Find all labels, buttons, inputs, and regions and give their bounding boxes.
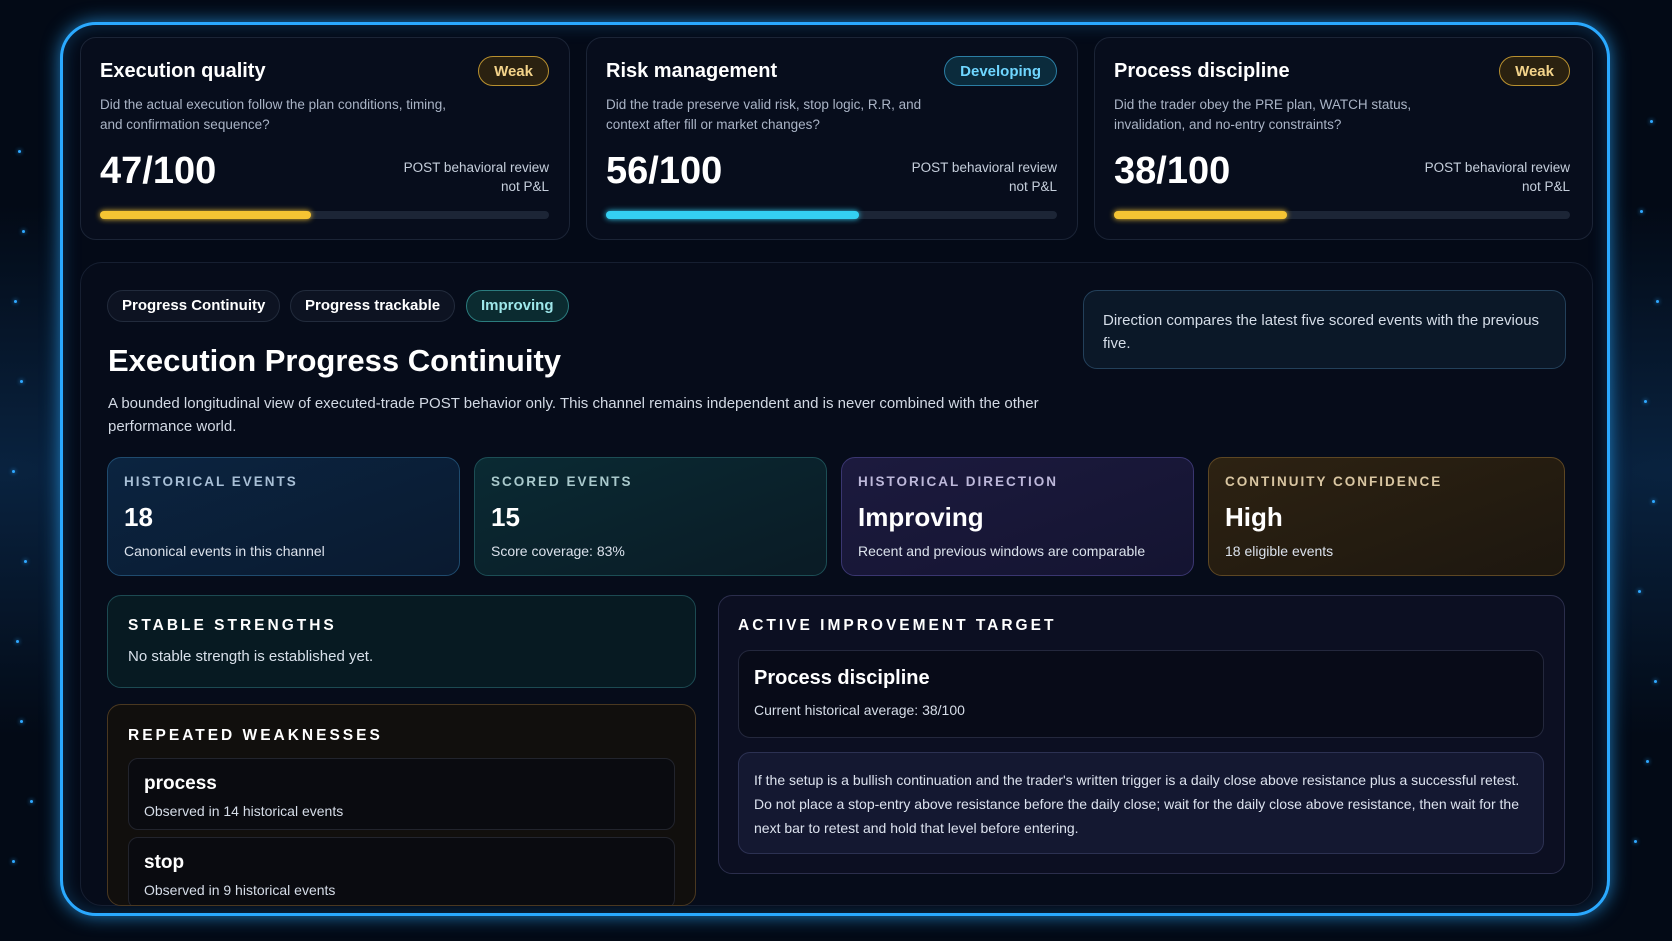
- weakness-name: process: [144, 773, 217, 794]
- stat-sub: Canonical events in this channel: [124, 543, 325, 559]
- stat-historical-events: HISTORICAL EVENTS 18 Canonical events in…: [107, 457, 460, 576]
- circuit-dot: [20, 380, 23, 383]
- stat-continuity-confidence: CONTINUITY CONFIDENCE High 18 eligible e…: [1208, 457, 1565, 576]
- circuit-dot: [12, 860, 15, 863]
- score-value: 47/100: [100, 150, 217, 192]
- weakness-observed: Observed in 9 historical events: [144, 882, 336, 898]
- card-risk-management: Risk management Developing Did the trade…: [586, 37, 1078, 240]
- circuit-dot: [14, 300, 17, 303]
- weaknesses-heading: REPEATED WEAKNESSES: [128, 727, 383, 744]
- circuit-dot: [1644, 400, 1647, 403]
- target-average: Current historical average: 38/100: [754, 702, 965, 718]
- circuit-dot: [1656, 300, 1659, 303]
- card-description: Did the trade preserve valid risk, stop …: [606, 97, 922, 132]
- repeated-weaknesses-box: REPEATED WEAKNESSES process Observed in …: [107, 704, 696, 906]
- progress-fill: [100, 211, 312, 219]
- circuit-dot: [1646, 760, 1649, 763]
- pill-improving[interactable]: Improving: [466, 290, 569, 322]
- progress-track: [1114, 211, 1570, 219]
- card-execution-quality: Execution quality Weak Did the actual ex…: [80, 37, 570, 240]
- progress-fill: [1114, 211, 1288, 219]
- weakness-name: stop: [144, 852, 185, 873]
- section-subtitle: A bounded longitudinal view of executed-…: [108, 395, 1039, 435]
- circuit-dot: [22, 230, 25, 233]
- circuit-dot: [1640, 210, 1643, 213]
- stat-value: 15: [491, 502, 520, 532]
- stat-scored-events: SCORED EVENTS 15 Score coverage: 83%: [474, 457, 827, 576]
- stat-label: HISTORICAL DIRECTION: [858, 474, 1059, 489]
- weakness-item: process Observed in 14 historical events: [128, 758, 675, 830]
- stat-sub: Recent and previous windows are comparab…: [858, 543, 1146, 559]
- target-heading: ACTIVE IMPROVEMENT TARGET: [738, 617, 1057, 634]
- stat-historical-direction: HISTORICAL DIRECTION Improving Recent an…: [841, 457, 1194, 576]
- stat-label: SCORED EVENTS: [491, 474, 633, 489]
- circuit-dot: [1634, 840, 1637, 843]
- target-name: Process discipline: [754, 667, 930, 689]
- stat-value: Improving: [858, 502, 984, 532]
- card-description: Did the trader obey the PRE plan, WATCH …: [1114, 97, 1412, 132]
- score-value: 38/100: [1114, 150, 1231, 192]
- score-value: 56/100: [606, 150, 723, 192]
- status-badge: Weak: [1499, 56, 1570, 86]
- stable-strengths-box: STABLE STRENGTHS No stable strength is e…: [107, 595, 696, 688]
- progress-fill: [606, 211, 859, 219]
- circuit-dot: [12, 470, 15, 473]
- score-note: POST behavioral review not P&L: [1424, 160, 1570, 194]
- stat-sub: Score coverage: 83%: [491, 543, 625, 559]
- circuit-dot: [24, 560, 27, 563]
- weakness-observed: Observed in 14 historical events: [144, 803, 344, 819]
- stat-label: HISTORICAL EVENTS: [124, 474, 298, 489]
- circuit-dot: [16, 640, 19, 643]
- progress-track: [606, 211, 1057, 219]
- circuit-dot: [1650, 120, 1653, 123]
- stat-sub: 18 eligible events: [1225, 543, 1334, 559]
- circuit-dot: [30, 800, 33, 803]
- circuit-dot: [1638, 590, 1641, 593]
- direction-info-box: Direction compares the latest five score…: [1083, 290, 1566, 369]
- card-description: Did the actual execution follow the plan…: [100, 97, 446, 132]
- page-title: Execution Progress Continuity: [108, 343, 562, 378]
- stat-label: CONTINUITY CONFIDENCE: [1225, 474, 1443, 489]
- strengths-text: No stable strength is established yet.: [128, 648, 374, 665]
- active-improvement-target-box: ACTIVE IMPROVEMENT TARGET Process discip…: [718, 595, 1565, 874]
- stat-value: High: [1225, 502, 1283, 532]
- status-badge: Weak: [478, 56, 549, 86]
- stat-value: 18: [124, 502, 153, 532]
- target-guidance-text: If the setup is a bullish continuation a…: [738, 752, 1544, 854]
- card-process-discipline: Process discipline Weak Did the trader o…: [1094, 37, 1593, 240]
- progress-track: [100, 211, 549, 219]
- status-badge: Developing: [944, 56, 1057, 86]
- strengths-heading: STABLE STRENGTHS: [128, 617, 337, 634]
- pill-progress-continuity[interactable]: Progress Continuity: [107, 290, 281, 322]
- circuit-dot: [1654, 680, 1657, 683]
- circuit-dot: [18, 150, 21, 153]
- score-note: POST behavioral review not P&L: [403, 160, 549, 194]
- weakness-item: stop Observed in 9 historical events: [128, 837, 675, 905]
- circuit-dot: [20, 720, 23, 723]
- score-note: POST behavioral review not P&L: [911, 160, 1057, 194]
- pill-progress-trackable[interactable]: Progress trackable: [290, 290, 456, 322]
- circuit-dot: [1652, 500, 1655, 503]
- target-summary: Process discipline Current historical av…: [738, 650, 1544, 738]
